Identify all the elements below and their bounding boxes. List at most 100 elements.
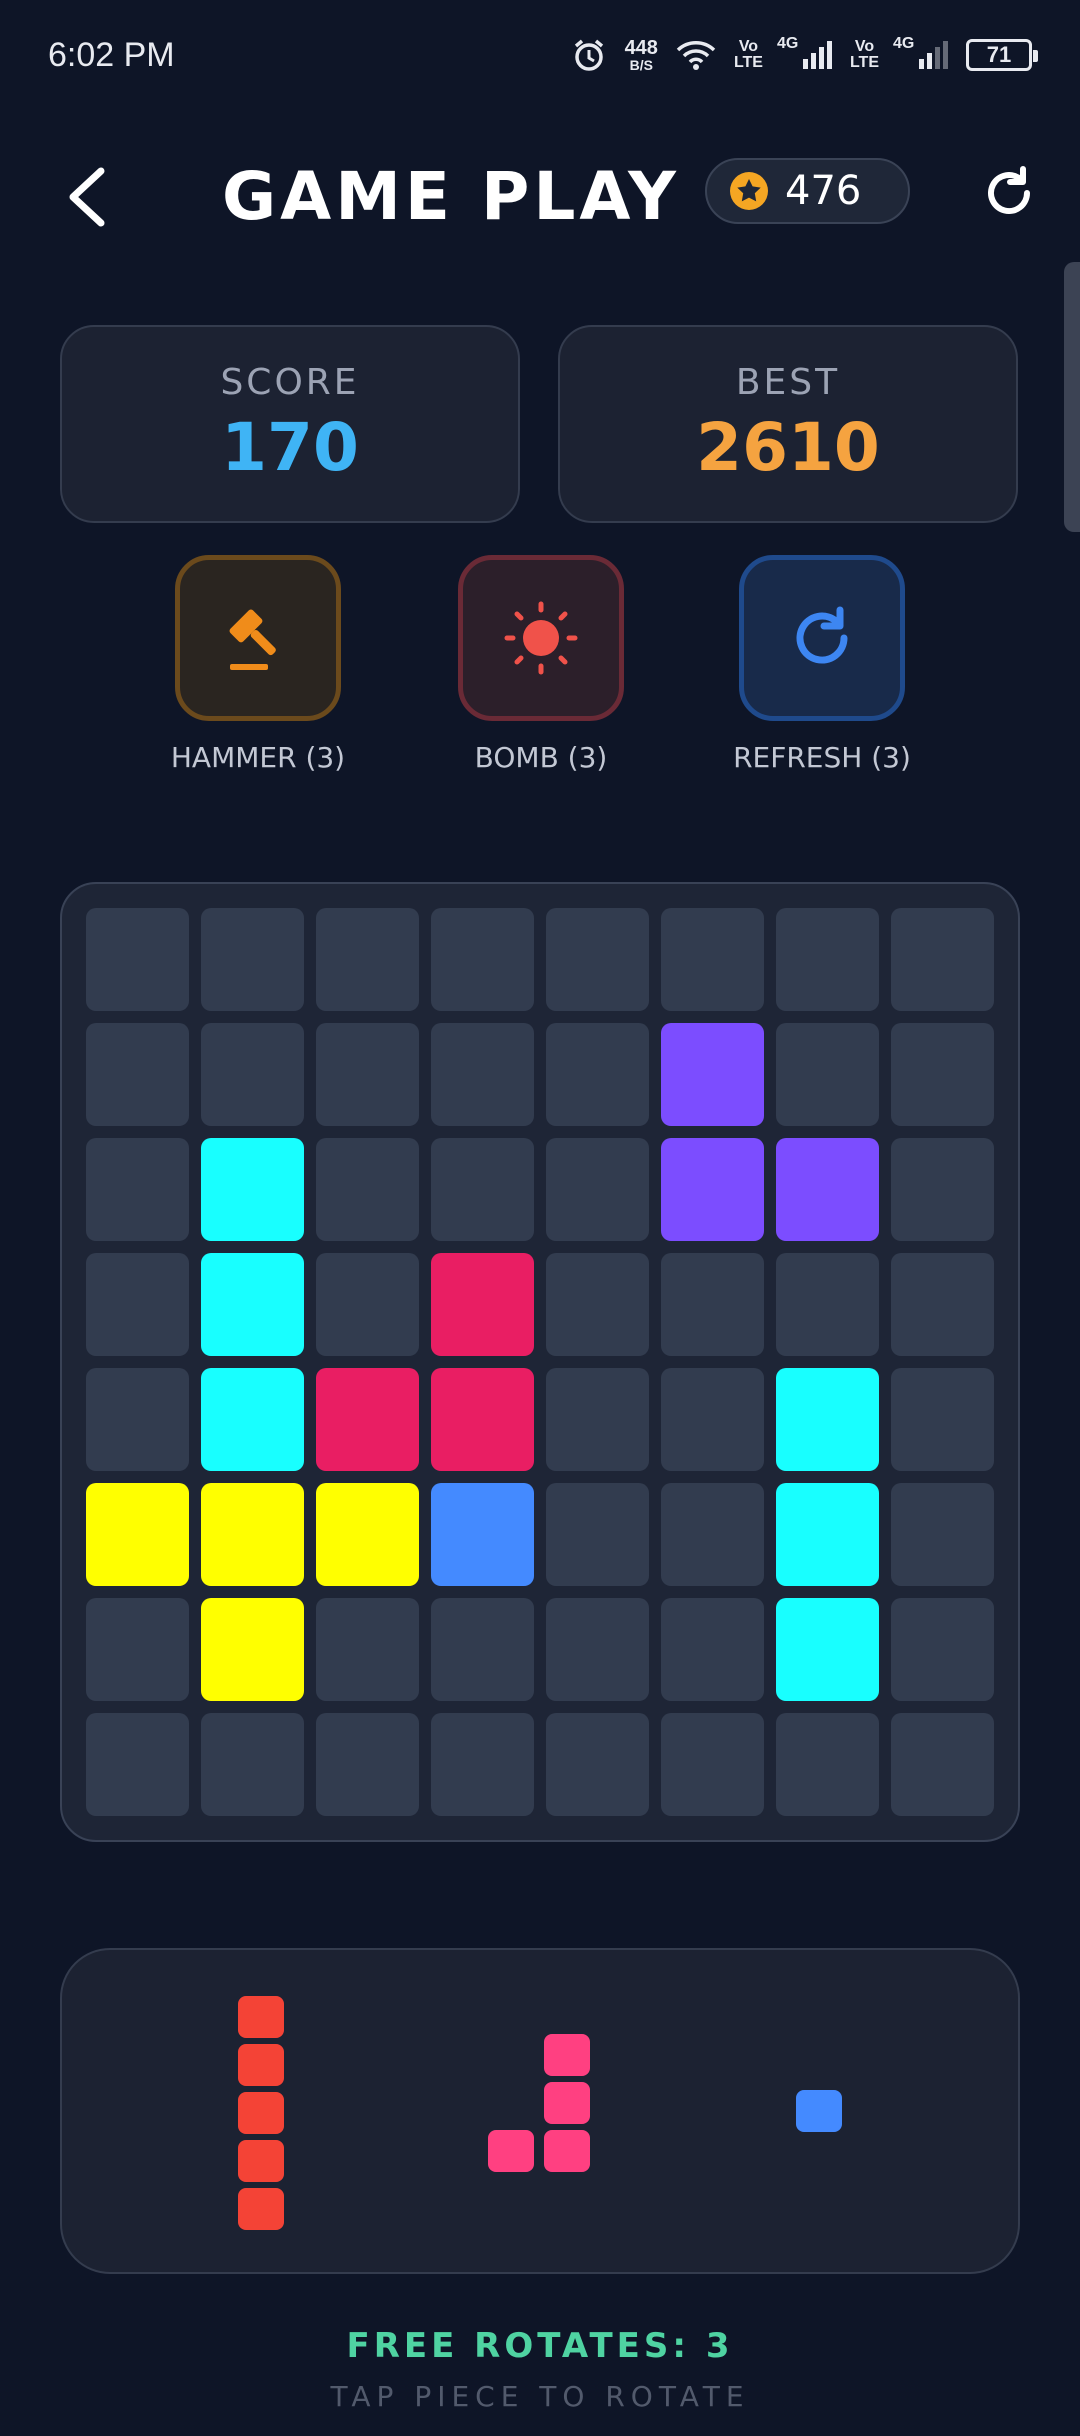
board-cell-empty[interactable] bbox=[661, 1598, 764, 1701]
board-cell-empty[interactable] bbox=[431, 908, 534, 1011]
board-cell-empty[interactable] bbox=[891, 1023, 994, 1126]
board-cell-empty[interactable] bbox=[86, 1368, 189, 1471]
board-cell-empty[interactable] bbox=[316, 1138, 419, 1241]
refresh-icon bbox=[796, 606, 848, 664]
board-cell-empty[interactable] bbox=[316, 1598, 419, 1701]
board-cell-empty[interactable] bbox=[316, 1713, 419, 1816]
board-cell-empty[interactable] bbox=[86, 1023, 189, 1126]
restart-button[interactable] bbox=[978, 162, 1040, 224]
score-label: SCORE bbox=[220, 362, 360, 403]
free-rotates-count: FREE ROTATES: 3 bbox=[346, 2326, 734, 2366]
hammer-icon bbox=[229, 609, 276, 670]
board-cell-filled[interactable] bbox=[201, 1598, 304, 1701]
board-cell-empty[interactable] bbox=[431, 1023, 534, 1126]
board-cell-empty[interactable] bbox=[86, 1138, 189, 1241]
bomb-label: BOMB (3) bbox=[474, 741, 608, 774]
hammer-button[interactable] bbox=[175, 555, 341, 721]
board-cell-empty[interactable] bbox=[201, 1023, 304, 1126]
board-cell-empty[interactable] bbox=[891, 1368, 994, 1471]
board-cell-empty[interactable] bbox=[546, 1713, 649, 1816]
battery-level: 71 bbox=[986, 42, 1012, 67]
board-cell-empty[interactable] bbox=[546, 1483, 649, 1586]
board-cell-empty[interactable] bbox=[86, 1713, 189, 1816]
board-cell-empty[interactable] bbox=[891, 1253, 994, 1356]
board-cell-filled[interactable] bbox=[661, 1138, 764, 1241]
board-cell-empty[interactable] bbox=[201, 1713, 304, 1816]
status-bar: 6:02 PM 448 B/S Vo LTE 4G Vo LTE 4G 71 bbox=[0, 0, 1080, 110]
board-cell-empty[interactable] bbox=[776, 1713, 879, 1816]
board-cell-filled[interactable] bbox=[776, 1483, 879, 1586]
board-cell-empty[interactable] bbox=[316, 1023, 419, 1126]
board-cell-empty[interactable] bbox=[431, 1138, 534, 1241]
board-cell-filled[interactable] bbox=[431, 1253, 534, 1356]
board-cell-empty[interactable] bbox=[546, 1253, 649, 1356]
volte-top: Vo bbox=[738, 38, 759, 55]
board-cell-filled[interactable] bbox=[201, 1253, 304, 1356]
board-cell-empty[interactable] bbox=[86, 908, 189, 1011]
board-cell-empty[interactable] bbox=[891, 908, 994, 1011]
board-cell-empty[interactable] bbox=[661, 1368, 764, 1471]
refresh-powerup[interactable]: REFRESH (3) bbox=[722, 555, 922, 774]
board-cell-empty[interactable] bbox=[776, 1253, 879, 1356]
board-cell-empty[interactable] bbox=[316, 908, 419, 1011]
board-cell-filled[interactable] bbox=[201, 1368, 304, 1471]
board-cell-filled[interactable] bbox=[776, 1598, 879, 1701]
board-cell-empty[interactable] bbox=[891, 1598, 994, 1701]
board-cell-empty[interactable] bbox=[86, 1253, 189, 1356]
board-cell-empty[interactable] bbox=[546, 1598, 649, 1701]
board-cell-empty[interactable] bbox=[776, 908, 879, 1011]
board-cell-empty[interactable] bbox=[86, 1598, 189, 1701]
board-cell-filled[interactable] bbox=[201, 1483, 304, 1586]
back-button[interactable] bbox=[52, 162, 122, 232]
board-cell-empty[interactable] bbox=[546, 1138, 649, 1241]
piece-block bbox=[488, 2130, 534, 2172]
board-cell-empty[interactable] bbox=[776, 1023, 879, 1126]
score-card: SCORE 170 bbox=[60, 325, 520, 523]
board-cell-filled[interactable] bbox=[776, 1368, 879, 1471]
board-cell-filled[interactable] bbox=[776, 1138, 879, 1241]
bomb-powerup[interactable]: BOMB (3) bbox=[441, 555, 641, 774]
score-value: 170 bbox=[221, 409, 359, 486]
board-cell-filled[interactable] bbox=[201, 1138, 304, 1241]
refresh-button[interactable] bbox=[739, 555, 905, 721]
board-cell-empty[interactable] bbox=[661, 908, 764, 1011]
piece-block bbox=[544, 2034, 590, 2076]
board-cell-empty[interactable] bbox=[661, 1253, 764, 1356]
side-drawer-handle[interactable] bbox=[1064, 262, 1080, 532]
coin-balance[interactable]: 476 bbox=[705, 158, 910, 224]
board-cell-empty[interactable] bbox=[891, 1713, 994, 1816]
bomb-icon bbox=[504, 601, 578, 675]
volte-bottom: LTE bbox=[733, 54, 763, 71]
page-title: GAME PLAY bbox=[222, 158, 680, 235]
board-cell-empty[interactable] bbox=[546, 908, 649, 1011]
bomb-button[interactable] bbox=[458, 555, 624, 721]
board-cell-empty[interactable] bbox=[891, 1483, 994, 1586]
board-cell-filled[interactable] bbox=[431, 1483, 534, 1586]
network-speed-value: 448 bbox=[624, 37, 658, 59]
board-cell-filled[interactable] bbox=[86, 1483, 189, 1586]
board-cell-filled[interactable] bbox=[661, 1023, 764, 1126]
game-board[interactable] bbox=[60, 882, 1020, 1842]
board-cell-empty[interactable] bbox=[201, 908, 304, 1011]
board-cell-empty[interactable] bbox=[316, 1253, 419, 1356]
board-cell-empty[interactable] bbox=[431, 1598, 534, 1701]
board-cell-filled[interactable] bbox=[316, 1483, 419, 1586]
hammer-powerup[interactable]: HAMMER (3) bbox=[158, 555, 358, 774]
board-cell-empty[interactable] bbox=[661, 1483, 764, 1586]
refresh-label: REFRESH (3) bbox=[733, 741, 911, 774]
board-cell-empty[interactable] bbox=[546, 1368, 649, 1471]
status-icons: 448 B/S Vo LTE 4G Vo LTE 4G 71 bbox=[571, 35, 1038, 73]
board-cell-empty[interactable] bbox=[431, 1713, 534, 1816]
wifi-icon bbox=[676, 39, 716, 71]
piece-block bbox=[238, 2140, 284, 2182]
rotate-hint: TAP PIECE TO ROTATE bbox=[330, 2380, 750, 2413]
network-type: 4G bbox=[776, 35, 799, 52]
board-cell-empty[interactable] bbox=[661, 1713, 764, 1816]
board-cell-filled[interactable] bbox=[316, 1368, 419, 1471]
board-cell-empty[interactable] bbox=[891, 1138, 994, 1241]
best-label: BEST bbox=[735, 362, 841, 403]
piece-block bbox=[544, 2082, 590, 2124]
board-cell-empty[interactable] bbox=[546, 1023, 649, 1126]
board-cell-filled[interactable] bbox=[431, 1368, 534, 1471]
piece-block bbox=[238, 1996, 284, 2038]
